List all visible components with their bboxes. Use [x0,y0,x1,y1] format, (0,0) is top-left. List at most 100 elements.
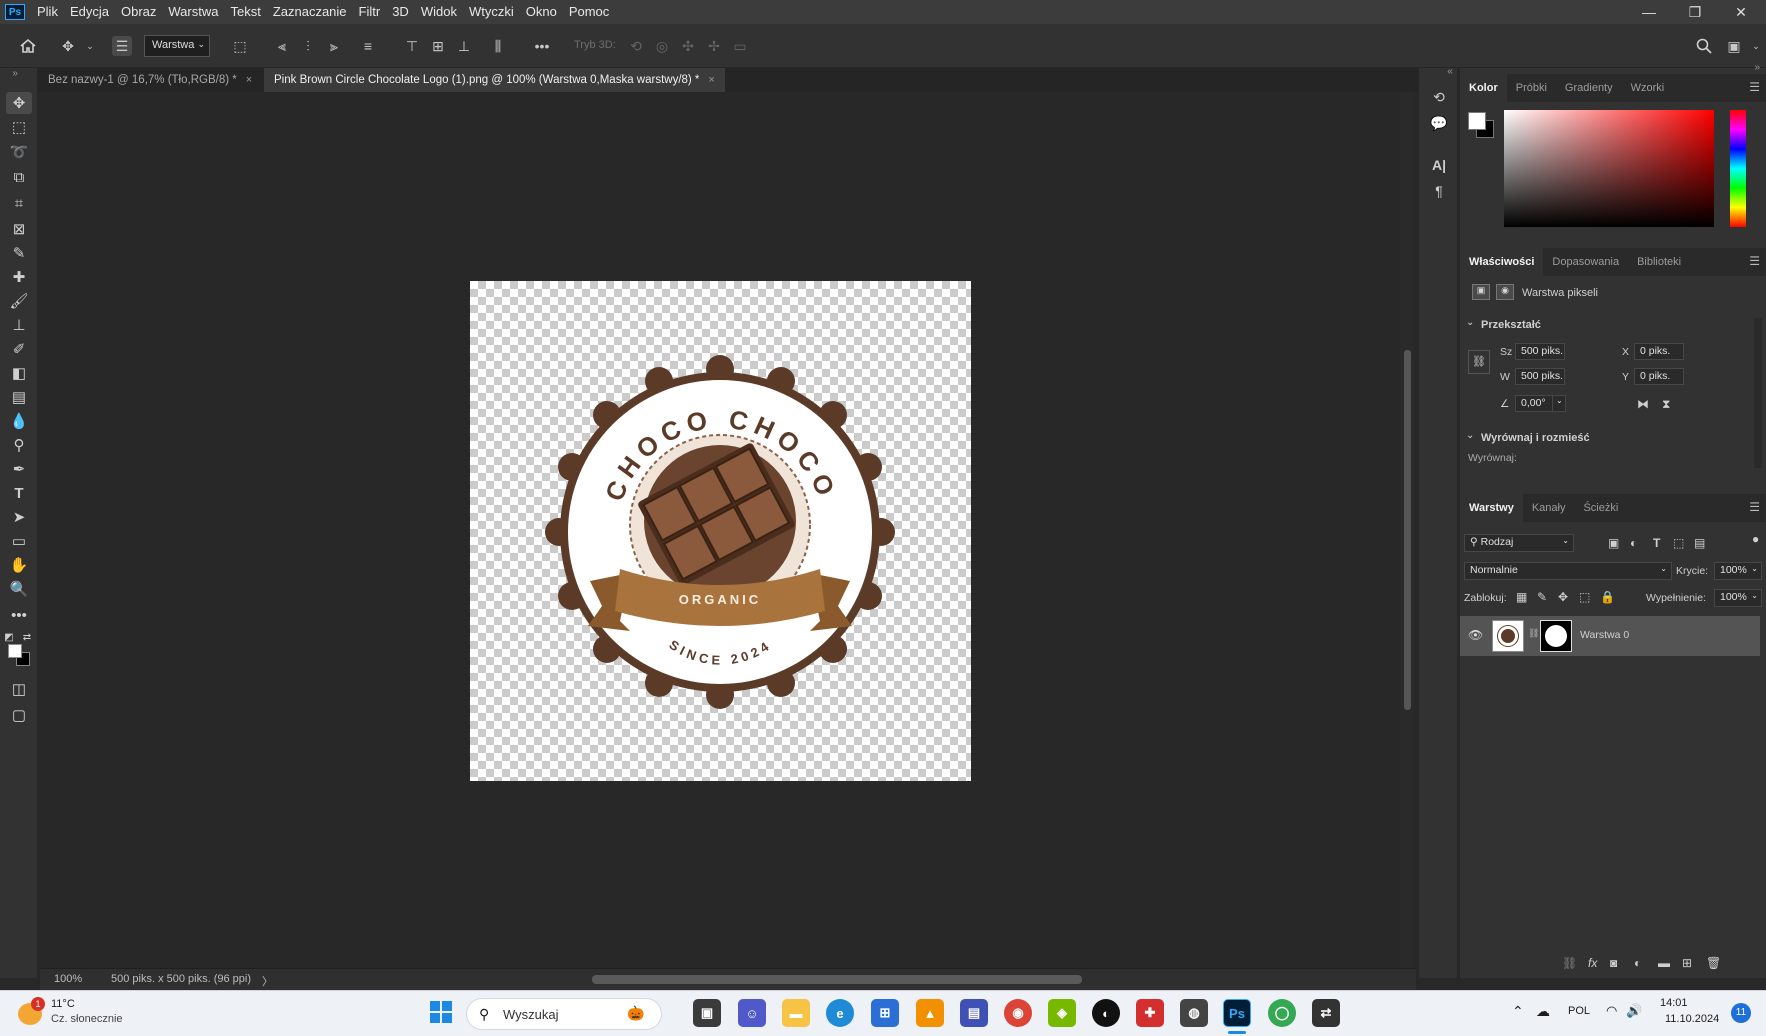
vlc-icon[interactable]: ▲ [916,999,944,1027]
layer-thumbnail[interactable] [1492,620,1524,652]
eyedropper-tool-icon[interactable]: ✎ [6,242,32,264]
fx-icon[interactable]: fx [1588,956,1597,970]
properties-scrollbar[interactable] [1754,318,1762,468]
crop-tool-icon[interactable]: ⌗ [6,192,32,214]
distribute-icon[interactable]: ≡ [358,36,378,56]
dodge-tool-icon[interactable]: ⚲ [6,434,32,456]
notification-badge[interactable]: 11 [1731,1003,1751,1023]
panel-menu-icon[interactable]: ☰ [1749,500,1760,514]
menu-okno[interactable]: Okno [520,0,563,24]
save-app-icon[interactable]: ▤ [960,999,988,1027]
align-middle-icon[interactable]: ⊞ [428,36,448,56]
move-tool-icon[interactable]: ✥ [6,92,32,114]
tab-wlasciwosci[interactable]: Właściwości [1460,248,1544,276]
pen-tool-icon[interactable]: ✒ [6,458,32,480]
tab-warstwy[interactable]: Warstwy [1460,494,1523,522]
tab-wzorki[interactable]: Wzorki [1622,74,1674,102]
comments-icon[interactable]: 💬 [1430,114,1448,132]
layer-filter-dropdown[interactable]: ⚲ Rodzaj ⌄ [1464,534,1574,552]
menu-filtr[interactable]: Filtr [353,0,387,24]
steam-icon[interactable]: ◐ [1092,999,1120,1027]
auto-select-dropdown[interactable]: Warstwa ⌄ [144,35,210,57]
lock-transparency-icon[interactable]: ▦ [1516,590,1527,604]
menu-warstwa[interactable]: Warstwa [162,0,224,24]
menu-widok[interactable]: Widok [415,0,463,24]
eye-visibility-icon[interactable]: 👁 [1468,628,1483,642]
delete-layer-icon[interactable]: 🗑 [1706,956,1721,970]
align-bottom-icon[interactable]: ⊥ [454,36,474,56]
clock-date[interactable]: 11.10.2024 [1665,1013,1719,1025]
chevron-down-icon[interactable]: ⌄ [80,36,100,56]
tab-sciezki[interactable]: Ścieżki [1574,494,1627,522]
flip-horizontal-icon[interactable]: ⧓ [1637,397,1649,411]
brush-tool-icon[interactable]: 🖌 [6,290,32,312]
new-group-icon[interactable]: ▬ [1658,956,1670,970]
search-icon[interactable] [1694,36,1714,56]
close-tab-icon[interactable]: × [246,74,252,86]
layer-mask-icon[interactable]: ◉ [1496,284,1514,300]
tab-probki[interactable]: Próbki [1507,74,1556,102]
tab-gradienty[interactable]: Gradienty [1556,74,1622,102]
history-brush-icon[interactable]: ✐ [6,338,32,360]
adjustment-layer-icon[interactable]: ◐ [1634,956,1641,970]
panda-app-icon[interactable]: ◍ [1180,999,1208,1027]
zoom-level[interactable]: 100% [54,973,82,985]
taskbar-search-input[interactable]: ⚲ Wyszukaj 🎃 [466,998,662,1030]
object-select-tool-icon[interactable]: ⧉ [6,166,32,188]
edge-icon[interactable]: e [826,999,854,1027]
move-tool-icon[interactable]: ✥ [58,36,78,56]
filter-type-icon[interactable]: T [1653,536,1660,550]
task-view-icon[interactable]: ▣ [693,999,721,1027]
collapse-toolbar-icon[interactable]: » [2,62,28,84]
chevron-up-icon[interactable]: ⌃ [1512,1003,1524,1020]
gradient-tool-icon[interactable]: ▤ [6,386,32,408]
teams-icon[interactable]: ☺ [738,999,766,1027]
hand-tool-icon[interactable]: ✋ [6,554,32,576]
width-field[interactable]: 500 piks. [1515,343,1565,360]
nvidia-icon[interactable]: ◈ [1048,999,1076,1027]
close-tab-icon[interactable]: × [708,74,714,86]
layer-mask-thumbnail[interactable] [1540,620,1572,652]
document-canvas[interactable]: CHOCO CHOCO ORGANIC SINCE 2024 [470,281,971,781]
foreground-color-swatch[interactable] [8,644,22,658]
marquee-tool-icon[interactable]: ⬚ [6,116,32,138]
lasso-tool-icon[interactable]: ➰ [6,141,32,163]
menu-zaznaczanie[interactable]: Zaznaczanie [267,0,353,24]
roll-3d-icon[interactable]: ◎ [652,36,672,56]
tab-dopasowania[interactable]: Dopasowania [1543,248,1628,276]
camera-3d-icon[interactable]: ▭ [730,36,750,56]
volume-icon[interactable]: 🔊 [1626,1003,1642,1019]
menu-wtyczki[interactable]: Wtyczki [463,0,520,24]
chevron-down-icon[interactable]: ⌄ [1466,317,1474,328]
orbit-3d-icon[interactable]: ⟲ [626,36,646,56]
horizontal-scroll-thumb[interactable] [592,975,1082,984]
store-icon[interactable]: ⊞ [871,999,899,1027]
align-section-header[interactable]: Wyrównaj i rozmieść [1481,432,1590,444]
filter-toggle-icon[interactable]: ● [1752,532,1759,546]
language-indicator[interactable]: POL [1568,1005,1590,1017]
transform-section-header[interactable]: Przekształć [1481,319,1541,331]
transform-controls-icon[interactable]: ⬚ [230,36,250,56]
stamp-tool-icon[interactable]: ⊥ [6,314,32,336]
healing-brush-icon[interactable]: ✚ [6,266,32,288]
new-layer-icon[interactable]: ⊞ [1682,956,1692,970]
quick-mask-icon[interactable]: ◫ [6,678,32,700]
filter-smart-icon[interactable]: ▤ [1694,536,1705,550]
windows-start-icon[interactable] [430,1001,452,1023]
home-icon[interactable] [18,36,38,56]
chevron-down-icon[interactable]: ⌄ [1466,430,1474,441]
clock-time[interactable]: 14:01 [1660,997,1688,1009]
menu-3d[interactable]: 3D [386,0,415,24]
lock-pixels-icon[interactable]: ✎ [1537,590,1547,604]
sync-app-icon[interactable]: ⇄ [1312,999,1340,1027]
history-icon[interactable]: ⟲ [1430,88,1448,106]
fill-field[interactable]: 100% ⌄ [1714,589,1762,607]
frame-tool-icon[interactable]: ⊠ [6,218,32,240]
filter-pixel-icon[interactable]: ▣ [1608,536,1619,550]
menu-edycja[interactable]: Edycja [64,0,115,24]
auto-select-icon[interactable]: ☰ [112,36,132,56]
cloud-icon[interactable]: ☁ [1536,1003,1550,1020]
align-left-icon[interactable]: ⫷ [272,36,292,56]
rectangle-tool-icon[interactable]: ▭ [6,530,32,552]
photoshop-taskbar-icon[interactable]: Ps [1223,999,1251,1027]
